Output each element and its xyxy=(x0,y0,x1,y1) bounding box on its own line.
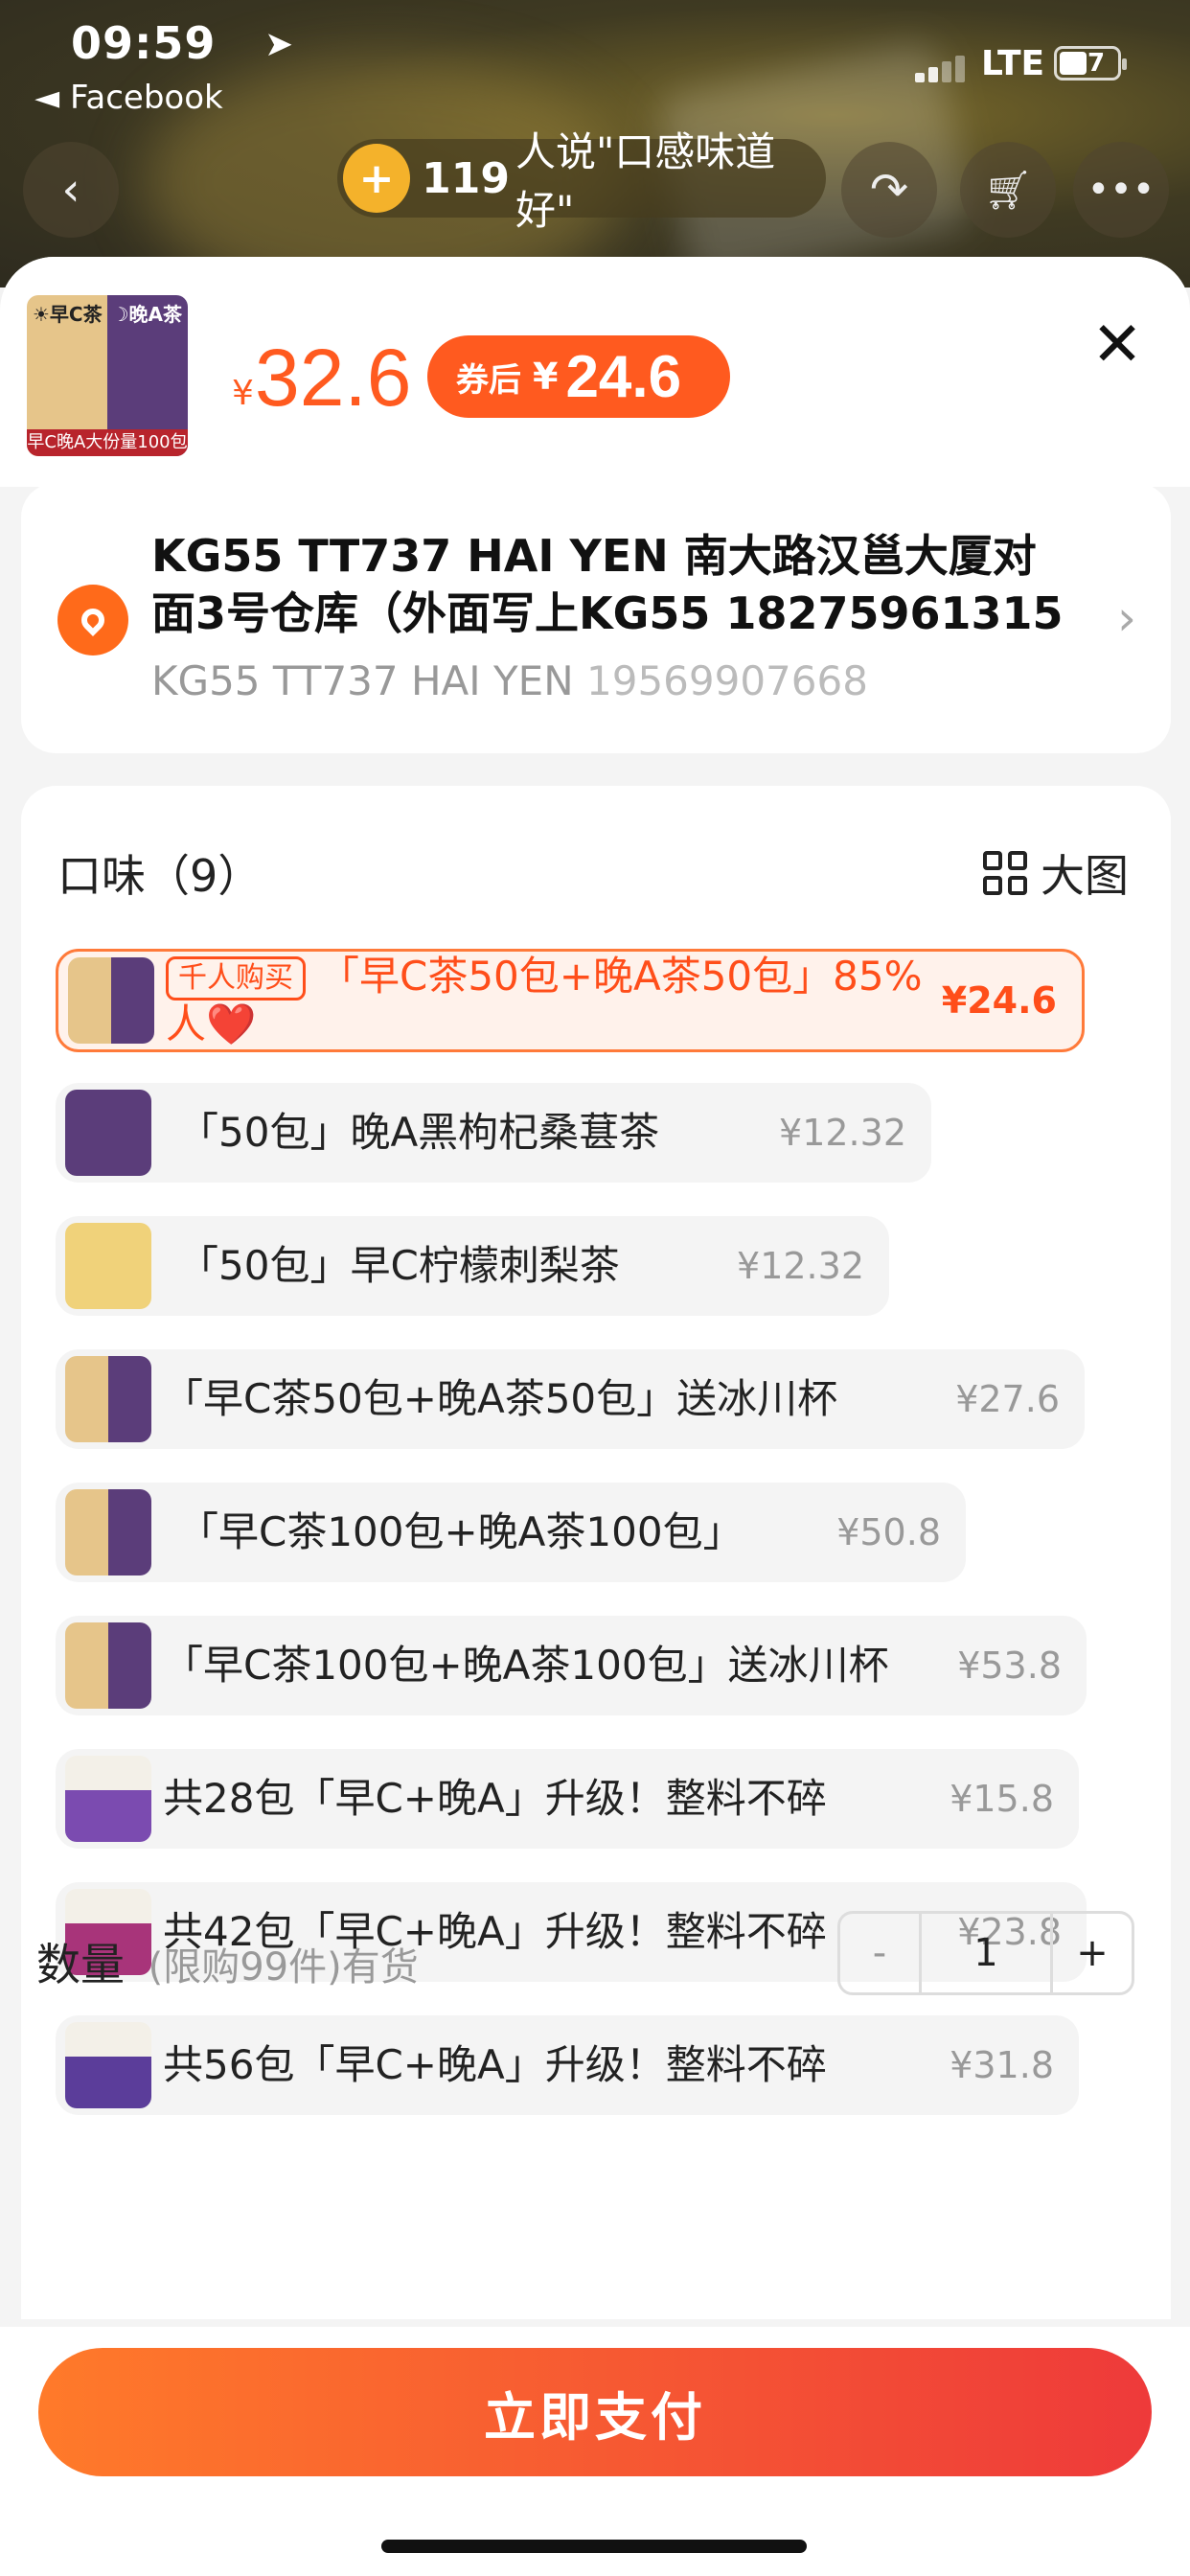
price: 32.6 xyxy=(255,333,412,423)
options-title: 口味（9） xyxy=(57,850,263,902)
review-promo-pill[interactable]: + 119 人说"口感味道好" xyxy=(337,128,826,234)
quantity-row: 数量 (限购99件)有货 xyxy=(36,1930,419,1993)
options-card: 口味（9） 大图 千人购买 「早C茶50包+晚A茶50包」85%人❤️ ¥24.6… xyxy=(21,786,1171,2319)
sheet-header: ☀早C茶 ☽晚A茶 早C晚A大份量100包 ¥ 32.6 券后 ¥ 24.6 ✕ xyxy=(0,257,1190,487)
status-time: 09:59 xyxy=(71,17,217,69)
battery-level: 47 xyxy=(1069,49,1106,78)
option-label: 共28包「早C+晚A」升级！整料不碎 xyxy=(163,1775,827,1822)
promo-count: 119 xyxy=(422,153,510,203)
option-price: ¥53.8 xyxy=(957,1644,1062,1687)
location-arrow-icon: ➤ xyxy=(264,25,294,64)
coupon-price: 24.6 xyxy=(565,343,682,410)
option-label: 「50包」早C柠檬刺梨茶 xyxy=(178,1242,620,1289)
location-pin-icon xyxy=(57,585,128,656)
product-thumbnail[interactable]: ☀早C茶 ☽晚A茶 早C晚A大份量100包 xyxy=(27,295,188,456)
thumbnail-label-left: ☀早C茶 xyxy=(33,303,103,326)
signal-icon xyxy=(915,54,973,82)
option-thumbnail xyxy=(65,1622,151,1709)
more-button[interactable]: ••• xyxy=(1073,142,1169,238)
battery-icon: 47 xyxy=(1054,46,1127,80)
option-label: 「早C茶50包+晚A茶50包」送冰川杯 xyxy=(163,1375,838,1422)
option-price: ¥12.32 xyxy=(779,1112,906,1154)
grid-icon xyxy=(983,851,1027,895)
cart-button[interactable]: 🛒︎ xyxy=(960,142,1056,238)
network-type: LTE xyxy=(981,44,1045,83)
option-thumbnail xyxy=(65,2022,151,2108)
address-line-2: 面3号仓库（外面写上KG55 18275961315 xyxy=(151,587,1064,639)
back-button[interactable]: ‹ xyxy=(23,142,119,238)
option-price: ¥15.8 xyxy=(950,1778,1054,1820)
option-thumbnail xyxy=(65,1223,151,1309)
option-thumbnail xyxy=(65,1356,151,1442)
recipient-info: KG55 TT737 HAI YEN 19569907668 xyxy=(151,657,868,704)
option-price: ¥31.8 xyxy=(950,2044,1054,2086)
option-item[interactable]: 「50包」晚A黑枸杞桑葚茶 ¥12.32 xyxy=(56,1083,931,1183)
decrease-button[interactable]: - xyxy=(840,1914,919,1992)
big-image-toggle[interactable]: 大图 xyxy=(983,841,1129,905)
share-icon: ↷ xyxy=(869,163,909,217)
thumbnail-banner: 早C晚A大份量100包 xyxy=(27,429,188,456)
option-item-selected[interactable]: 千人购买 「早C茶50包+晚A茶50包」85%人❤️ ¥24.6 xyxy=(56,949,1085,1052)
option-label: 共56包「早C+晚A」升级！整料不碎 xyxy=(163,2041,827,2088)
option-item[interactable]: 共56包「早C+晚A」升级！整料不碎 ¥31.8 xyxy=(56,2015,1079,2115)
option-price: ¥50.8 xyxy=(836,1511,941,1553)
option-item[interactable]: 「早C茶100包+晚A茶100包」 ¥50.8 xyxy=(56,1483,966,1582)
increase-button[interactable]: + xyxy=(1053,1914,1132,1992)
option-price: ¥24.6 xyxy=(941,979,1057,1022)
home-indicator xyxy=(381,2540,807,2553)
option-label: 「50包」晚A黑枸杞桑葚茶 xyxy=(178,1109,660,1156)
quantity-stepper[interactable]: - 1 + xyxy=(837,1911,1134,1995)
sku-selector-sheet: ☀早C茶 ☽晚A茶 早C晚A大份量100包 ¥ 32.6 券后 ¥ 24.6 ✕… xyxy=(0,257,1190,2576)
option-label: 「早C茶100包+晚A茶100包」 xyxy=(178,1508,744,1555)
close-icon: ✕ xyxy=(1091,310,1143,380)
thumbnail-label-right: ☽晚A茶 xyxy=(111,303,182,326)
bottom-action-bar: 立即支付 xyxy=(0,2327,1190,2576)
option-item[interactable]: 「早C茶100包+晚A茶100包」送冰川杯 ¥53.8 xyxy=(56,1616,1087,1715)
coupon-label: 券后 xyxy=(456,360,521,400)
option-thumbnail xyxy=(65,1489,151,1576)
quantity-value[interactable]: 1 xyxy=(919,1914,1053,1992)
quantity-limit: (限购99件)有货 xyxy=(148,1945,419,1990)
hot-purchase-tag: 千人购买 xyxy=(166,956,306,1001)
coupon-price-badge: 券后 ¥ 24.6 xyxy=(427,335,730,418)
recipient-phone: 19569907668 xyxy=(586,657,868,704)
price-currency: ¥ xyxy=(232,374,254,413)
address-line-1: KG55 TT737 HAI YEN 南大路汉邕大厦对 xyxy=(151,530,1037,582)
pay-now-button[interactable]: 立即支付 xyxy=(38,2348,1152,2476)
quantity-label: 数量 xyxy=(36,1939,125,1990)
more-dots-icon: ••• xyxy=(1087,168,1156,212)
option-label: 「早C茶100包+晚A茶100包」送冰川杯 xyxy=(163,1642,889,1689)
cart-icon: 🛒︎ xyxy=(983,168,1033,213)
option-thumbnail xyxy=(65,1090,151,1176)
address-card[interactable]: KG55 TT737 HAI YEN 南大路汉邕大厦对 面3号仓库（外面写上KG… xyxy=(21,483,1171,753)
share-button[interactable]: ↷ xyxy=(841,142,937,238)
option-item[interactable]: 共28包「早C+晚A」升级！整料不碎 ¥15.8 xyxy=(56,1749,1079,1849)
promo-text: 人说"口感味道好" xyxy=(515,128,776,234)
option-price: ¥27.6 xyxy=(955,1378,1060,1420)
option-price: ¥12.32 xyxy=(737,1245,864,1287)
option-item[interactable]: 「50包」早C柠檬刺梨茶 ¥12.32 xyxy=(56,1216,889,1316)
option-item[interactable]: 「早C茶50包+晚A茶50包」送冰川杯 ¥27.6 xyxy=(56,1349,1085,1449)
coupon-currency: ¥ xyxy=(533,356,559,398)
recipient-name: KG55 TT737 HAI YEN xyxy=(151,657,574,704)
close-button[interactable]: ✕ xyxy=(1088,314,1146,376)
big-image-label: 大图 xyxy=(1041,850,1129,902)
chevron-right-icon: › xyxy=(1117,590,1136,646)
option-thumbnail xyxy=(65,1756,151,1842)
chevron-left-icon: ‹ xyxy=(61,163,80,217)
option-thumbnail xyxy=(68,957,154,1044)
back-to-app-link[interactable]: ◄ Facebook xyxy=(34,79,223,117)
plus-lock-icon: + xyxy=(343,144,411,213)
